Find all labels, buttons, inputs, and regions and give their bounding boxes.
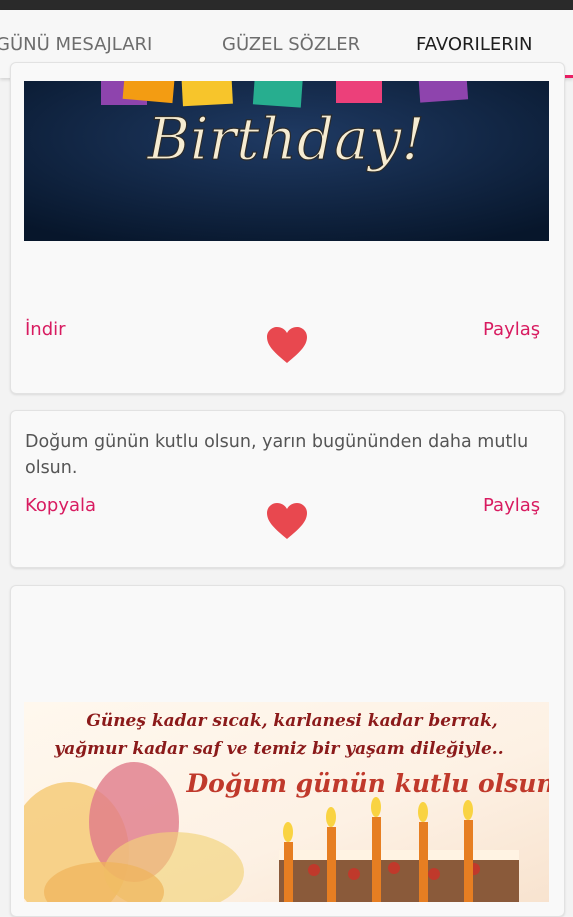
image-card: Birthday! İndir Paylaş xyxy=(10,62,565,394)
greeting-line-1: Güneş kadar sıcak, karlanesi kadar berra… xyxy=(86,711,497,731)
birthday-image: Birthday! xyxy=(24,81,549,241)
favorite-heart-icon[interactable] xyxy=(265,501,309,541)
download-button[interactable]: İndir xyxy=(25,319,66,340)
share-button[interactable]: Paylaş xyxy=(483,319,540,340)
tab-messages[interactable]: GÜNÜ MESAJLARI xyxy=(0,34,152,55)
message-text: Doğum günün kutlu olsun, yarın bugününde… xyxy=(25,432,529,478)
copy-button[interactable]: Kopyala xyxy=(25,495,96,516)
birthday-text: Birthday! xyxy=(146,105,424,173)
greeting-image: Güneş kadar sıcak, karlanesi kadar berra… xyxy=(24,702,549,902)
greeting-line-3: Doğum günün kutlu olsun! xyxy=(185,769,549,798)
status-bar xyxy=(0,0,573,10)
tab-favorites[interactable]: FAVORILERIN xyxy=(416,34,533,55)
greeting-line-2: yağmur kadar saf ve temiz bir yaşam dile… xyxy=(53,739,503,759)
tab-quotes[interactable]: GÜZEL SÖZLER xyxy=(222,34,360,55)
favorite-heart-icon[interactable] xyxy=(265,325,309,365)
message-card: Doğum günün kutlu olsun, yarın bugününde… xyxy=(10,410,565,568)
image-card: Güneş kadar sıcak, karlanesi kadar berra… xyxy=(10,585,565,917)
share-button[interactable]: Paylaş xyxy=(483,495,540,516)
